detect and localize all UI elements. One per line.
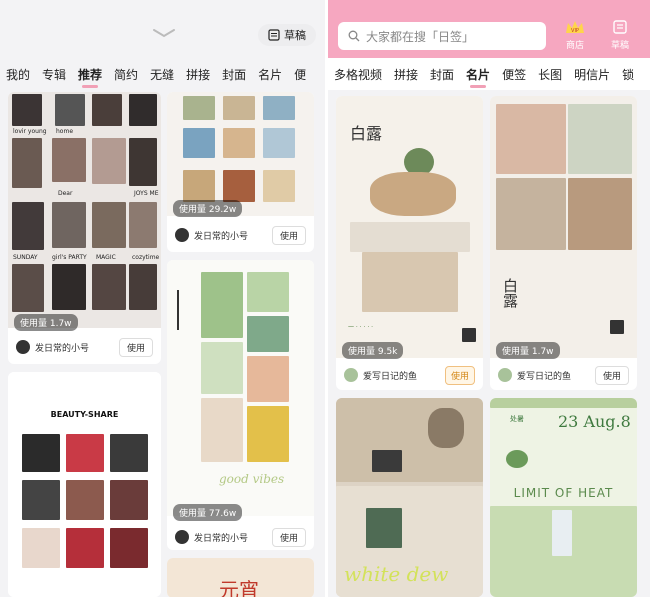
film-caption: lovir young xyxy=(13,128,47,135)
template-preview: lovir young home Dear JOYS ME SUNDAY gir… xyxy=(8,92,161,331)
template-card-green-collage[interactable]: good vibes 使用量 77.6w 发日常的小号 使用 xyxy=(167,260,314,550)
film-caption: cozytime xyxy=(132,254,160,261)
tab-seamless[interactable]: 无缝 xyxy=(144,63,180,87)
right-panel: 大家都在搜「日签」 VIP 商店 草稿 多格视频 拼接 封面 名片 便签 长图 … xyxy=(328,0,650,597)
usage-badge: 使用量 9.5k xyxy=(342,342,404,359)
template-card-chushu[interactable]: 23 Aug.8 处暑 LIMIT OF HEAT xyxy=(490,398,637,597)
lantern-title: 元宵 xyxy=(219,578,259,597)
script-title: good vibes xyxy=(219,472,285,486)
template-card-polaroid[interactable]: 使用量 29.2w 发日常的小号 使用 xyxy=(167,92,314,252)
draft-label: 草稿 xyxy=(610,41,629,51)
card-footer: 发日常的小号 使用 xyxy=(167,224,314,246)
date-title: 23 Aug.8 xyxy=(558,412,631,431)
left-panel: 草稿 我的 专辑 推荐 简约 无缝 拼接 封面 名片 便 lovir young… xyxy=(0,0,325,597)
tab-cover[interactable]: 封面 xyxy=(216,63,252,87)
template-preview: 元宵 xyxy=(167,558,314,597)
author-name[interactable]: 爱写日记的鱼 xyxy=(363,369,417,382)
avatar[interactable] xyxy=(175,228,189,242)
card-footer: 爱写日记的鱼 使用 xyxy=(490,364,637,386)
draft-label: 草稿 xyxy=(284,29,306,42)
card-footer: 发日常的小号 使用 xyxy=(167,526,314,548)
tab-multi-video[interactable]: 多格视频 xyxy=(328,64,388,86)
vip-label: 商店 xyxy=(565,41,584,51)
template-preview: 使用量 29.2w xyxy=(167,92,314,217)
template-preview: 白露 使用量 1.7w xyxy=(490,96,637,359)
use-button[interactable]: 使用 xyxy=(118,337,153,357)
use-button[interactable]: 使用 xyxy=(271,527,306,547)
top-header: 大家都在搜「日签」 VIP 商店 草稿 xyxy=(328,0,650,58)
vip-crown-icon: VIP xyxy=(566,21,584,34)
card-footer: 爱写日记的鱼 使用 xyxy=(336,364,483,386)
tab-postcard[interactable]: 明信片 xyxy=(568,64,616,86)
usage-badge: 使用量 29.2w xyxy=(173,200,243,217)
avatar[interactable] xyxy=(16,340,30,354)
use-button[interactable]: 使用 xyxy=(271,225,306,245)
draft-icon xyxy=(613,20,627,34)
template-preview: 23 Aug.8 处暑 LIMIT OF HEAT xyxy=(490,398,637,597)
chevron-down-icon[interactable] xyxy=(150,26,178,40)
author-name[interactable]: 发日常的小号 xyxy=(194,531,248,544)
card-title: 白露 xyxy=(350,124,383,143)
use-button[interactable]: 使用 xyxy=(444,365,475,385)
category-tabs: 多格视频 拼接 封面 名片 便签 长图 明信片 锁 xyxy=(328,64,650,88)
search-input[interactable]: 大家都在搜「日签」 xyxy=(338,22,546,50)
template-card-film-grid[interactable]: lovir young home Dear JOYS ME SUNDAY gir… xyxy=(8,92,161,364)
template-preview: good vibes 使用量 77.6w xyxy=(167,260,314,521)
tab-album[interactable]: 专辑 xyxy=(36,63,72,87)
tab-note[interactable]: 便签 xyxy=(496,64,532,86)
film-caption: home xyxy=(56,128,74,135)
film-caption: SUNDAY xyxy=(13,254,38,261)
svg-text:VIP: VIP xyxy=(571,28,579,34)
template-card-bailu-2[interactable]: 白露 使用量 1.7w 爱写日记的鱼 使用 xyxy=(490,96,637,390)
card-title: 白露 xyxy=(501,278,519,308)
template-preview: 白露 一 · · · · · 使用量 9.5k xyxy=(336,96,483,359)
tab-card[interactable]: 名片 xyxy=(252,63,288,87)
search-placeholder: 大家都在搜「日签」 xyxy=(366,29,475,44)
usage-badge: 使用量 77.6w xyxy=(173,504,243,521)
tab-lock[interactable]: 锁 xyxy=(616,64,640,86)
usage-badge: 使用量 1.7w xyxy=(496,342,560,359)
beauty-share-title: BEAUTY-SHARE xyxy=(50,410,119,419)
draft-button[interactable]: 草稿 xyxy=(605,19,635,51)
card-subtitle: 处暑 xyxy=(510,415,524,423)
avatar[interactable] xyxy=(498,368,512,382)
template-card-bailu-1[interactable]: 白露 一 · · · · · 使用量 9.5k 爱写日记的鱼 使用 xyxy=(336,96,483,390)
vip-store-button[interactable]: VIP 商店 xyxy=(560,19,590,51)
tab-mine[interactable]: 我的 xyxy=(0,63,36,87)
search-icon xyxy=(348,30,360,42)
template-card-lantern[interactable]: 元宵 xyxy=(167,558,314,597)
draft-button[interactable]: 草稿 xyxy=(258,24,316,46)
template-preview: white dew xyxy=(336,398,483,597)
card-caption: 一 · · · · · xyxy=(348,324,374,331)
tab-simple[interactable]: 简约 xyxy=(108,63,144,87)
tab-collage[interactable]: 拼接 xyxy=(388,64,424,86)
tab-cover[interactable]: 封面 xyxy=(424,64,460,86)
avatar[interactable] xyxy=(344,368,358,382)
draft-icon xyxy=(268,29,280,41)
card-footer: 发日常的小号 使用 xyxy=(8,336,161,358)
category-tabs: 我的 专辑 推荐 简约 无缝 拼接 封面 名片 便 xyxy=(0,63,325,88)
tab-long-image[interactable]: 长图 xyxy=(532,64,568,86)
film-caption: MAGIC xyxy=(96,254,116,261)
author-name[interactable]: 发日常的小号 xyxy=(194,229,248,242)
template-card-white-dew[interactable]: white dew xyxy=(336,398,483,597)
script-title: white dew xyxy=(344,562,449,586)
author-name[interactable]: 发日常的小号 xyxy=(35,341,89,354)
film-caption: JOYS ME xyxy=(134,190,159,197)
film-caption: girl's PARTY xyxy=(52,254,87,261)
caption-text: LIMIT OF HEAT xyxy=(513,486,614,500)
tab-card[interactable]: 名片 xyxy=(460,64,496,88)
film-caption: Dear xyxy=(58,190,73,197)
tab-recommend[interactable]: 推荐 xyxy=(72,63,108,88)
usage-badge: 使用量 1.7w xyxy=(14,314,78,331)
author-name[interactable]: 爱写日记的鱼 xyxy=(517,369,571,382)
use-button[interactable]: 使用 xyxy=(594,365,629,385)
avatar[interactable] xyxy=(175,530,189,544)
template-preview: BEAUTY-SHARE xyxy=(8,372,161,597)
tab-more[interactable]: 便 xyxy=(288,63,312,87)
tab-collage[interactable]: 拼接 xyxy=(180,63,216,87)
status-bar xyxy=(0,0,325,8)
template-card-beauty-share[interactable]: BEAUTY-SHARE xyxy=(8,372,161,597)
